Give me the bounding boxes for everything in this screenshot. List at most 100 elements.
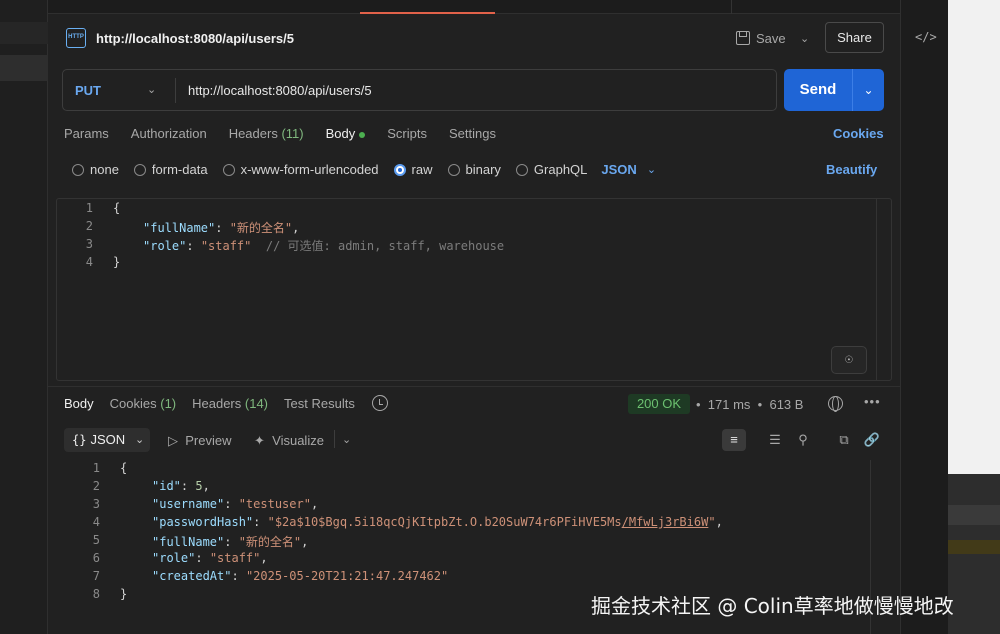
json-string: "新的全名": [238, 535, 302, 549]
chevron-down-icon[interactable]: ⌄: [800, 32, 809, 45]
tab-response-headers[interactable]: Headers (14): [192, 396, 268, 411]
copy-icon[interactable]: ⧉: [832, 429, 856, 451]
radio-graphql[interactable]: GraphQL: [515, 162, 588, 177]
line-number: 2: [92, 479, 100, 493]
radio-urlencoded[interactable]: x-www-form-urlencoded: [222, 162, 379, 177]
json-string: "staff": [209, 551, 261, 565]
code-icon[interactable]: </>: [915, 30, 937, 46]
radio-button[interactable]: [447, 163, 460, 176]
json-key: "role": [152, 551, 196, 565]
radio-label: x-www-form-urlencoded: [240, 162, 379, 177]
response-size[interactable]: 613 B: [769, 397, 803, 412]
line-number: 1: [92, 461, 100, 475]
share-button[interactable]: Share: [825, 22, 884, 53]
preview-button[interactable]: ▷ Preview: [168, 433, 231, 449]
more-icon[interactable]: •••: [864, 394, 881, 409]
wrap-icon[interactable]: ≡: [722, 429, 746, 451]
chevron-down-icon[interactable]: ⌄: [135, 433, 144, 446]
save-button[interactable]: Save: [736, 26, 786, 50]
send-button[interactable]: Send: [784, 69, 852, 111]
beautify-button[interactable]: Beautify: [826, 162, 877, 177]
http-icon: HTTP: [66, 28, 86, 48]
radio-button-selected[interactable]: [393, 163, 406, 176]
json-key: "role": [143, 239, 187, 253]
modified-dot: [359, 131, 366, 138]
radio-button[interactable]: [133, 163, 146, 176]
tab-headers[interactable]: Headers (11): [229, 126, 304, 141]
visualize-button[interactable]: ✦ Visualize: [254, 433, 324, 449]
tab-divider: [731, 0, 732, 14]
request-body-editor[interactable]: 1 2 3 4 { "fullName": "新的全名", "role": "s…: [56, 198, 892, 381]
tab-count: (14): [244, 396, 269, 411]
code-line: "username": "testuser",: [152, 497, 319, 511]
background-window-panel: [948, 474, 1000, 634]
ai-icon[interactable]: ☉: [831, 346, 867, 374]
sidebar-item[interactable]: [0, 22, 48, 44]
body-format-select[interactable]: JSON: [601, 162, 636, 177]
sidebar-item-selected[interactable]: [0, 55, 48, 81]
history-icon[interactable]: [372, 395, 388, 411]
background-window: [948, 0, 1000, 634]
save-icon: [736, 31, 750, 45]
radio-binary[interactable]: binary: [447, 162, 501, 177]
method-select[interactable]: PUT: [75, 83, 101, 98]
radio-label: form-data: [151, 162, 208, 177]
json-string: "$2a$10$Bgq.5i18qcQjKItpbZt.O.b20SuW74r6…: [267, 515, 622, 529]
divider: [175, 78, 176, 103]
url-bar: PUT ⌄ http://localhost:8080/api/users/5: [62, 69, 777, 111]
request-title[interactable]: http://localhost:8080/api/users/5: [96, 31, 294, 46]
tab-headers-count: (11): [281, 126, 304, 141]
request-tabs: Params Authorization Headers (11) Body S…: [64, 126, 518, 141]
radio-button[interactable]: [72, 163, 84, 176]
radio-button[interactable]: [222, 163, 235, 176]
code-line: "id": 5,: [152, 479, 210, 493]
tab-settings[interactable]: Settings: [449, 126, 496, 141]
line-number: 4: [85, 255, 93, 269]
radio-raw[interactable]: raw: [393, 162, 433, 177]
code-line: "role": "staff" // 可选值: admin, staff, wa…: [143, 239, 505, 253]
background-window-bar: [948, 505, 1000, 525]
chevron-down-icon[interactable]: ⌄: [342, 433, 351, 446]
response-tabs: Body Cookies (1) Headers (14) Test Resul…: [64, 396, 371, 411]
json-key: "fullName": [152, 535, 225, 549]
tab-label: Cookies: [109, 396, 157, 411]
url-input[interactable]: http://localhost:8080/api/users/5: [188, 83, 372, 98]
tab-body-label: Body: [325, 126, 356, 141]
save-label: Save: [756, 30, 786, 46]
scrollbar[interactable]: [876, 199, 877, 380]
visualize-icon: ✦: [254, 433, 265, 448]
line-number: 3: [85, 237, 93, 251]
radio-form-data[interactable]: form-data: [133, 162, 208, 177]
json-string: "staff": [200, 239, 252, 253]
right-context-bar: </>: [900, 0, 948, 634]
tab-response-cookies[interactable]: Cookies (1): [110, 396, 176, 411]
divider: [334, 430, 335, 448]
code-line: }: [113, 255, 121, 269]
tab-body[interactable]: Body: [326, 126, 366, 141]
tab-test-results[interactable]: Test Results: [284, 396, 355, 411]
code-line: {: [120, 461, 128, 475]
tab-params[interactable]: Params: [64, 126, 109, 141]
cookies-link[interactable]: Cookies: [833, 126, 884, 141]
globe-icon[interactable]: [828, 396, 843, 412]
json-string: "新的全名": [229, 221, 293, 235]
send-options-chevron-icon[interactable]: ⌄: [852, 69, 884, 111]
json-braces-icon: {}: [72, 433, 87, 447]
filter-icon[interactable]: ☰: [763, 429, 787, 451]
tab-count: (1): [160, 396, 177, 411]
search-icon[interactable]: ⚲: [791, 429, 815, 451]
tab-response-body[interactable]: Body: [64, 396, 94, 411]
link-icon[interactable]: 🔗: [860, 429, 884, 451]
radio-none[interactable]: none: [72, 162, 119, 177]
tab-scripts[interactable]: Scripts: [387, 126, 427, 141]
radio-label: GraphQL: [533, 162, 588, 177]
status-badge[interactable]: 200 OK: [628, 394, 690, 414]
response-time[interactable]: 171 ms: [708, 397, 751, 412]
divider: [48, 386, 900, 387]
radio-button[interactable]: [515, 163, 528, 176]
json-string: ": [708, 515, 716, 529]
json-string-link[interactable]: /MfwLj3rBi6W: [622, 515, 709, 529]
chevron-down-icon[interactable]: ⌄: [647, 163, 656, 176]
tab-authorization[interactable]: Authorization: [131, 126, 207, 141]
chevron-down-icon[interactable]: ⌄: [147, 83, 156, 96]
